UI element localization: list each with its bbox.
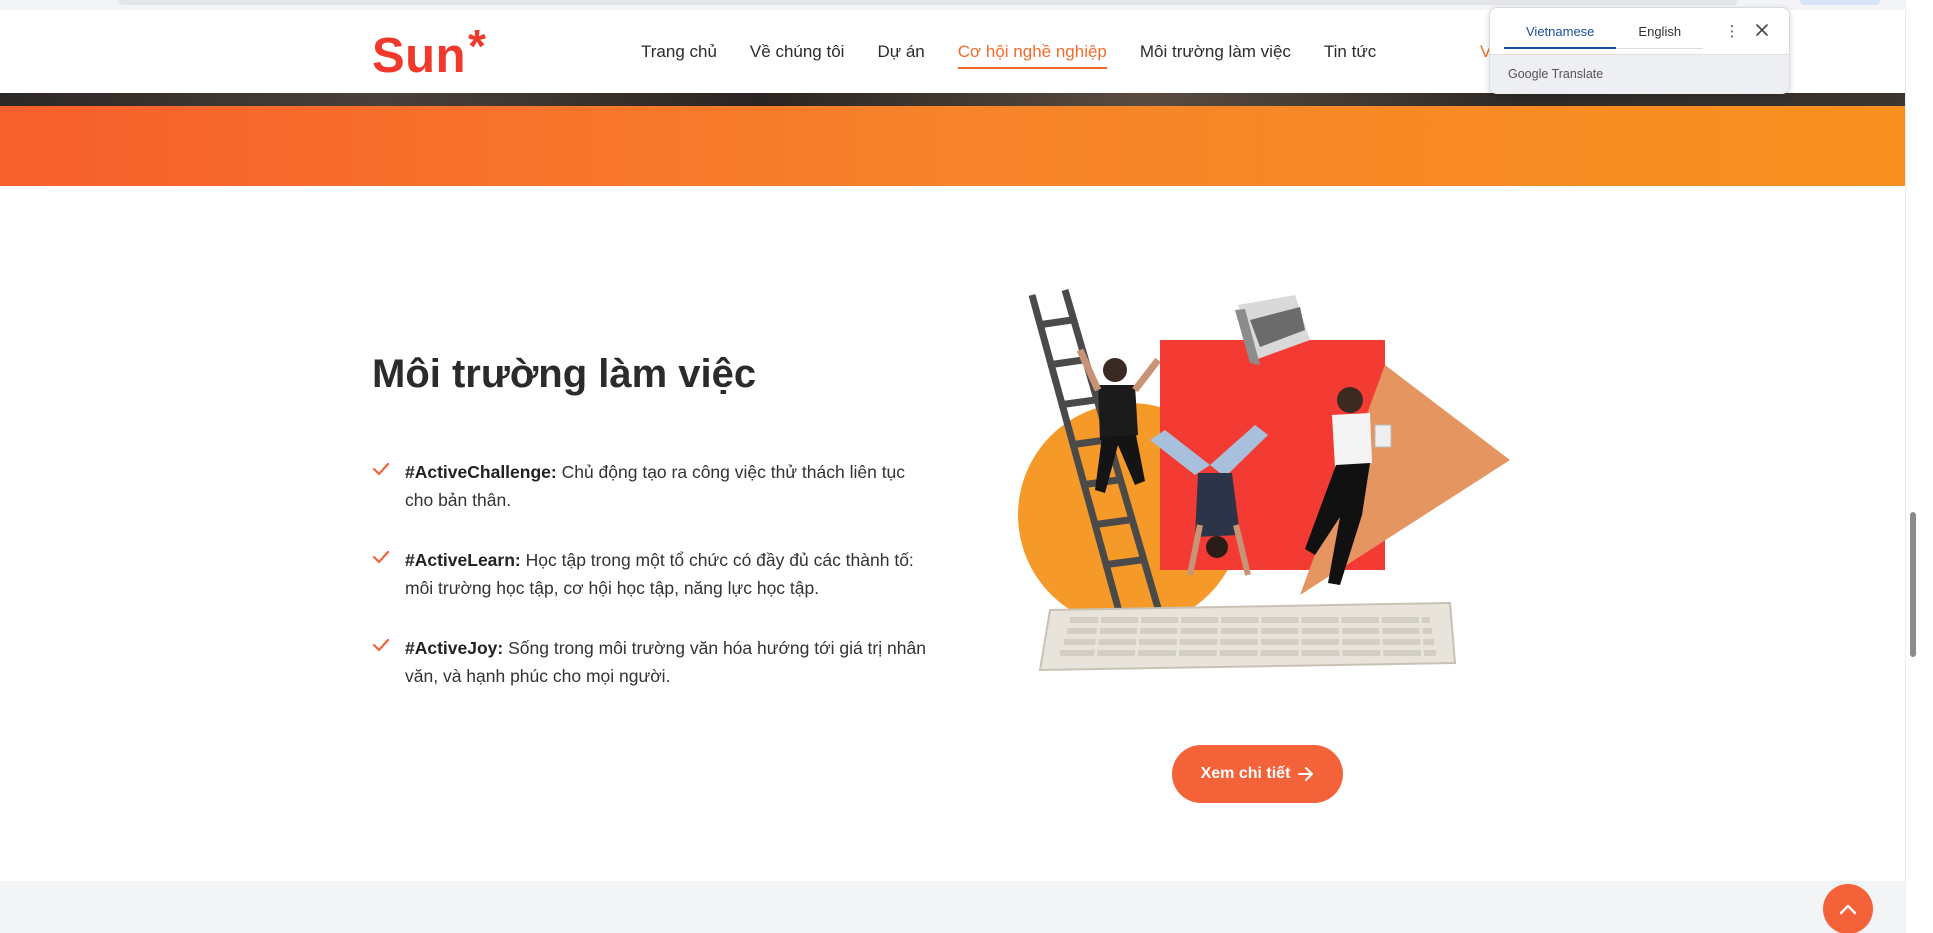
list-item: #ActiveJoy: Sống trong môi trường văn hó… [372, 634, 932, 690]
orange-banner [0, 106, 1905, 186]
checkmark-icon [372, 458, 405, 514]
chevron-up-icon [1839, 904, 1857, 915]
next-section-edge [0, 881, 1905, 933]
nav-item[interactable]: Cơ hội nghề nghiệp [957, 42, 1107, 69]
checkmark-icon [372, 546, 405, 602]
logo-text: Sun [372, 29, 467, 83]
google-translate-popup: Vietnamese English ⋮ Google Translate [1489, 7, 1790, 94]
nav-item[interactable]: Môi trường làm việc [1140, 42, 1291, 69]
nav-item[interactable]: Tin tức [1324, 42, 1376, 69]
address-bar-edge [118, 0, 1738, 5]
value-tag: #ActiveLearn: [405, 550, 521, 570]
scroll-to-top-button[interactable] [1823, 884, 1873, 933]
brand-translate: Translate [1551, 67, 1604, 81]
page-scrollbar[interactable] [1905, 0, 1933, 933]
nav-item[interactable]: Trang chủ [641, 42, 717, 69]
arrow-right-icon [1298, 767, 1314, 781]
scrollbar-thumb[interactable] [1910, 512, 1916, 657]
translate-tab-vietnamese[interactable]: Vietnamese [1504, 18, 1617, 49]
team-illustration [1018, 289, 1510, 672]
checkmark-icon [372, 634, 405, 690]
list-item-text: #ActiveLearn: Học tập trong một tổ chức … [405, 546, 932, 602]
list-item-text: #ActiveJoy: Sống trong môi trường văn hó… [405, 634, 932, 690]
profile-button-edge [1800, 0, 1880, 5]
main-nav: Trang chủ Về chúng tôi Dự án Cơ hội nghề ng… [641, 42, 1409, 69]
close-icon[interactable] [1753, 21, 1771, 39]
values-list: #ActiveChallenge: Chủ động tạo ra công v… [372, 458, 932, 722]
brand-google: Google [1508, 67, 1549, 81]
view-details-label: Xem chi tiết [1200, 765, 1291, 782]
google-translate-brand: Google Translate [1508, 67, 1603, 81]
view-details-button[interactable]: Xem chi tiết [1172, 745, 1343, 803]
more-options-icon[interactable]: ⋮ [1723, 22, 1741, 40]
translate-language-tabs: Vietnamese English [1504, 18, 1704, 49]
keyboard-icon [1038, 601, 1457, 672]
value-tag: #ActiveChallenge: [405, 462, 557, 482]
logo-star: * [468, 20, 487, 72]
list-item-text: #ActiveChallenge: Chủ động tạo ra công v… [405, 458, 932, 514]
nav-item[interactable]: Về chúng tôi [750, 42, 845, 69]
list-item: #ActiveLearn: Học tập trong một tổ chức … [372, 546, 932, 602]
list-item: #ActiveChallenge: Chủ động tạo ra công v… [372, 458, 932, 514]
nav-item[interactable]: Dự án [877, 42, 924, 69]
value-tag: #ActiveJoy: [405, 638, 504, 658]
translate-footer: Google Translate [1490, 54, 1789, 94]
sun-logo[interactable]: Sun* [372, 20, 486, 84]
translate-tab-english[interactable]: English [1616, 18, 1704, 49]
section-title: Môi trường làm việc [372, 352, 757, 396]
hero-photo-edge [0, 93, 1905, 106]
